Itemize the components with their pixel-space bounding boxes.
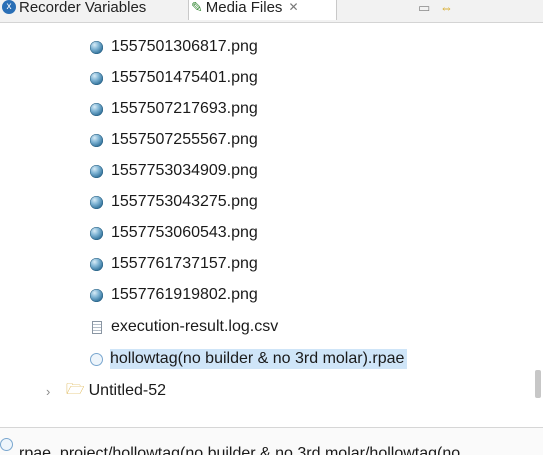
file-name: hollowtag(no builder & no 3rd molar).rpa… [110, 349, 408, 369]
image-file-icon [90, 133, 103, 147]
file-name: 1557753060543.png [111, 224, 258, 241]
file-name: 1557753043275.png [111, 193, 258, 210]
tree-item-png[interactable]: 1557501306817.png [90, 34, 258, 60]
tree-item-png[interactable]: 1557761737157.png [90, 251, 258, 277]
chevron-right-icon[interactable]: › [46, 384, 60, 399]
tree-item-png[interactable]: 1557501475401.png [90, 65, 258, 91]
file-name: 1557761737157.png [111, 255, 258, 272]
image-file-icon [90, 71, 103, 85]
link-icon[interactable]: ⇔ [440, 0, 453, 15]
tree-item-folder[interactable]: › 🗁 Untitled-52 [46, 378, 166, 404]
image-file-icon [90, 226, 103, 240]
image-file-icon [90, 288, 103, 302]
tree-item-png[interactable]: 1557753043275.png [90, 189, 258, 215]
view-tab-bar: x Recorder Variables ✎ Media Files ✕ ▭ ⇔ [0, 0, 543, 23]
tab-label: Media Files [205, 0, 283, 16]
close-icon[interactable]: ✕ [288, 0, 298, 14]
tree-item-png[interactable]: 1557507217693.png [90, 96, 258, 122]
tree-item-png[interactable]: 1557507255567.png [90, 127, 258, 153]
tree-item-png[interactable]: 1557753034909.png [90, 158, 258, 184]
tree-item-rpae[interactable]: hollowtag(no builder & no 3rd molar).rpa… [90, 346, 408, 372]
project-file-icon [90, 352, 103, 366]
image-file-icon [90, 102, 103, 116]
tree-item-csv[interactable]: execution-result.log.csv [90, 314, 278, 340]
vertical-scrollbar[interactable] [535, 370, 541, 398]
image-file-icon [90, 164, 103, 178]
tab-label: Recorder Variables [19, 0, 147, 16]
file-name: 1557501475401.png [111, 69, 258, 86]
variables-icon: x [2, 0, 16, 14]
status-bar: rpae_project/hollowtag(no builder & no 3… [0, 427, 543, 455]
project-file-icon [0, 438, 13, 451]
file-name: 1557753034909.png [111, 162, 258, 179]
media-files-icon: ✎ [191, 0, 203, 15]
folder-icon: 🗁 [66, 380, 85, 398]
file-name: 1557507255567.png [111, 131, 258, 148]
file-name: 1557501306817.png [111, 38, 258, 55]
collapse-icon[interactable]: ▭ [418, 0, 430, 16]
image-file-icon [90, 40, 103, 54]
tree-item-png[interactable]: 1557753060543.png [90, 220, 258, 246]
image-file-icon [90, 195, 103, 209]
tab-recorder-variables[interactable]: x Recorder Variables [0, 0, 186, 20]
file-name: execution-result.log.csv [111, 318, 279, 335]
tree-item-png[interactable]: 1557761919802.png [90, 282, 258, 308]
tab-media-files[interactable]: ✎ Media Files ✕ [188, 0, 337, 20]
file-name: 1557507217693.png [111, 100, 258, 117]
image-file-icon [90, 257, 103, 271]
text-file-icon [92, 320, 102, 334]
file-name: 1557761919802.png [111, 286, 258, 303]
folder-name: Untitled-52 [88, 382, 166, 399]
